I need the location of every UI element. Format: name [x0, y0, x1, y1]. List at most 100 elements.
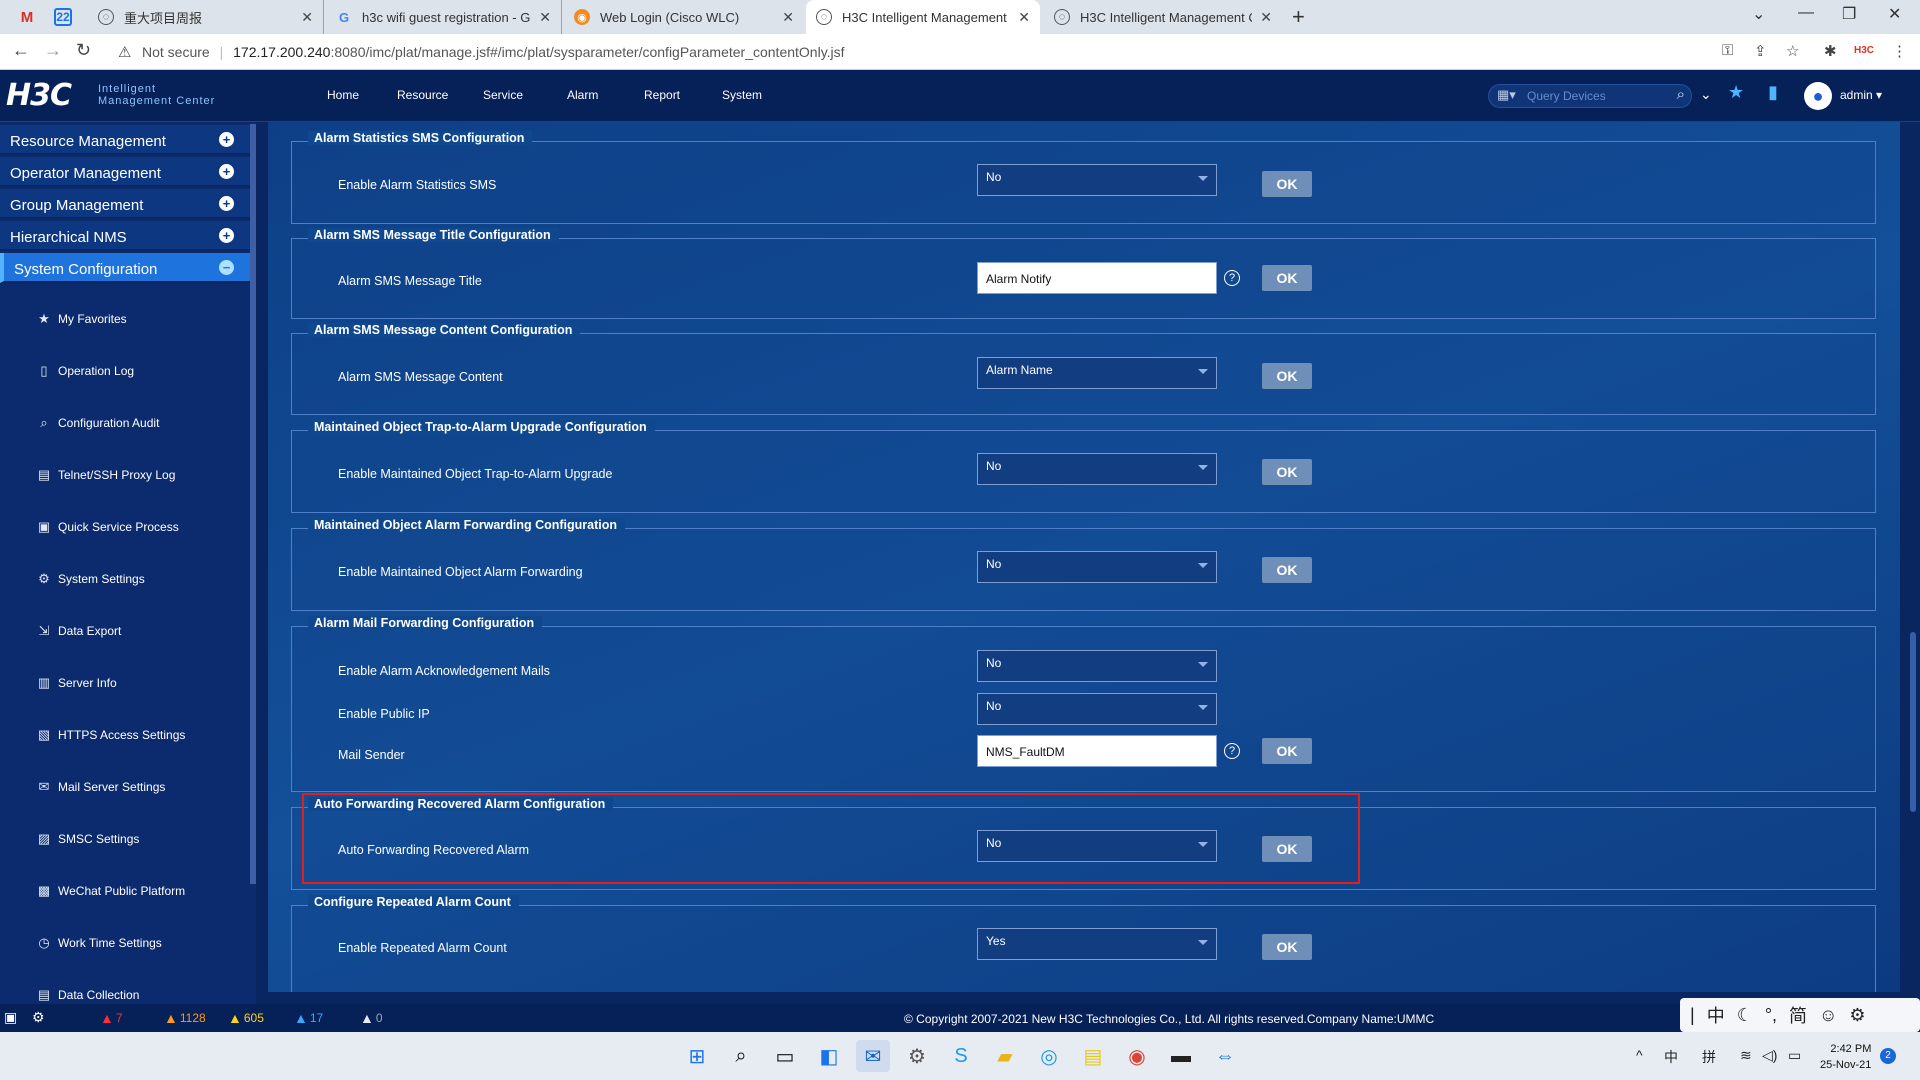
clock[interactable]: 2:42 PM 25-Nov-21 — [1820, 1041, 1871, 1073]
sidebar-subitem-operation-log[interactable]: ▯ Operation Log — [36, 363, 134, 379]
nav-resource[interactable]: Resource — [397, 88, 448, 102]
ime-simplified[interactable]: 简 — [1789, 1002, 1807, 1028]
acknowledgement-mails-select[interactable]: No — [977, 650, 1217, 682]
repeated-alarm-count-select[interactable]: Yes — [977, 928, 1217, 960]
browser-tab[interactable]: ◌ H3C Intelligent Management Ce ✕ — [1044, 0, 1282, 34]
sidebar-subitem-data-export[interactable]: ⇲ Data Export — [36, 623, 122, 639]
sidebar-subitem-work-time-settings[interactable]: ◷ Work Time Settings — [36, 935, 161, 951]
unknown-alarm-count[interactable]: ▲ 0 — [360, 1010, 383, 1026]
menu-icon[interactable]: ⋮ — [1892, 42, 1907, 60]
alarm-sms-title-input[interactable]: Alarm Notify — [977, 262, 1217, 294]
settings-icon[interactable]: ⚙ — [32, 1009, 45, 1026]
sticky-notes-icon[interactable]: ▤ — [1076, 1040, 1110, 1072]
ok-button[interactable]: OK — [1262, 934, 1312, 960]
tray-pinyin[interactable]: 拼 — [1702, 1047, 1716, 1067]
sidebar-item-resource-management[interactable]: Resource Management + — [0, 125, 250, 155]
nav-service[interactable]: Service — [483, 88, 523, 102]
user-menu[interactable]: admin ▾ — [1840, 88, 1882, 102]
sidebar-item-group-management[interactable]: Group Management + — [0, 189, 250, 219]
gmail-pinned-tab[interactable]: M — [14, 5, 40, 29]
browser-tab-active[interactable]: ◌ H3C Intelligent Management Ce ✕ — [806, 0, 1040, 34]
app-icon[interactable]: ◎ — [1032, 1040, 1066, 1072]
expand-icon[interactable]: + — [219, 164, 234, 179]
tab-search-icon[interactable]: ⌄ — [1752, 4, 1765, 24]
sidebar-subitem-system-settings[interactable]: ⚙ System Settings — [36, 571, 145, 587]
close-window-button[interactable]: ✕ — [1888, 4, 1901, 24]
restore-button[interactable]: ❐ — [1842, 4, 1856, 24]
sidebar-subitem-wechat-public-platform[interactable]: ▩ WeChat Public Platform — [36, 883, 185, 899]
close-icon[interactable]: ✕ — [301, 9, 313, 26]
close-icon[interactable]: ✕ — [539, 9, 551, 26]
sidebar-item-system-configuration[interactable]: System Configuration − — [0, 253, 250, 283]
url-field[interactable]: Not secure | 172.17.200.240:8080/imc/pla… — [142, 44, 845, 60]
browser-tab[interactable]: ◉ Web Login (Cisco WLC) ✕ — [564, 0, 804, 34]
mail-sender-input[interactable]: NMS_FaultDM — [977, 735, 1217, 767]
critical-alarm-count[interactable]: ▲ 7 — [100, 1010, 123, 1026]
ok-button[interactable]: OK — [1262, 738, 1312, 764]
ok-button[interactable]: OK — [1262, 363, 1312, 389]
skype-icon[interactable]: S — [944, 1040, 978, 1072]
task-view-icon[interactable]: ▭ — [768, 1040, 802, 1072]
file-explorer-icon[interactable]: ▰ — [988, 1040, 1022, 1072]
volume-icon[interactable]: ◁) — [1762, 1047, 1777, 1064]
gear-icon[interactable]: ⚙ — [1849, 1005, 1865, 1026]
outlook-icon[interactable]: ✉ — [856, 1040, 890, 1072]
battery-icon[interactable]: ▭ — [1788, 1047, 1801, 1064]
expand-icon[interactable]: + — [219, 196, 234, 211]
ok-button[interactable]: OK — [1262, 459, 1312, 485]
moon-icon[interactable]: ☾ — [1737, 1005, 1753, 1026]
close-icon[interactable]: ✕ — [1260, 9, 1272, 26]
notification-badge[interactable]: 2 — [1880, 1048, 1896, 1064]
nav-report[interactable]: Report — [644, 88, 680, 102]
bookmark-star-icon[interactable]: ☆ — [1786, 42, 1799, 60]
ok-button[interactable]: OK — [1262, 171, 1312, 197]
tray-ime-mode[interactable]: 中 — [1664, 1047, 1678, 1067]
chevron-up-icon[interactable]: ^ — [1636, 1047, 1643, 1063]
close-icon[interactable]: ✕ — [1018, 9, 1030, 26]
collapse-icon[interactable]: − — [219, 260, 234, 275]
wifi-icon[interactable]: ≋ — [1740, 1047, 1752, 1064]
start-icon[interactable]: ⊞ — [680, 1040, 714, 1072]
reload-icon[interactable]: ↻ — [76, 40, 91, 61]
screen-icon[interactable]: ▣ — [4, 1009, 17, 1026]
network-app-icon[interactable]: ⚙ — [900, 1040, 934, 1072]
scrollbar-thumb[interactable] — [1910, 632, 1916, 812]
nav-home[interactable]: Home — [327, 88, 359, 102]
major-alarm-count[interactable]: ▲ 1128 — [164, 1010, 206, 1026]
browser-tab[interactable]: ◌ 重大项目周报 ✕ — [88, 0, 324, 34]
sidebar-subitem-smsc-settings[interactable]: ▨ SMSC Settings — [36, 831, 140, 847]
back-icon[interactable]: ← — [12, 40, 30, 61]
close-icon[interactable]: ✕ — [782, 9, 794, 26]
query-devices-search[interactable]: ▦▾ Query Devices ⌕ — [1488, 84, 1692, 108]
nav-system[interactable]: System — [722, 88, 762, 102]
warning-alarm-count[interactable]: ▲ 17 — [294, 1010, 323, 1026]
help-icon[interactable]: ? — [1224, 270, 1240, 286]
calendar-pinned-tab[interactable]: 22 — [54, 8, 72, 26]
favorites-star-icon[interactable]: ★ — [1728, 82, 1744, 103]
search-icon[interactable]: ⌕ — [1677, 86, 1685, 103]
sidebar-subitem-telnet-ssh-proxy-log[interactable]: ▤ Telnet/SSH Proxy Log — [36, 467, 176, 483]
sidebar-subitem-mail-server-settings[interactable]: ✉ Mail Server Settings — [36, 779, 166, 795]
h3c-extension-icon[interactable]: H3C — [1854, 45, 1874, 56]
sidebar-scrollbar[interactable] — [250, 124, 256, 884]
minimize-button[interactable]: — — [1798, 4, 1814, 22]
search-icon[interactable]: ⌕ — [724, 1040, 758, 1072]
alarm-forwarding-select[interactable]: No — [977, 551, 1217, 583]
device-type-icon[interactable]: ▦▾ — [1497, 87, 1516, 103]
public-ip-select[interactable]: No — [977, 693, 1217, 725]
sidebar-item-hierarchical-nms[interactable]: Hierarchical NMS + — [0, 221, 250, 251]
teamviewer-icon[interactable]: ⇔ — [1208, 1040, 1242, 1072]
avatar[interactable]: ● — [1804, 82, 1832, 110]
ok-button[interactable]: OK — [1262, 557, 1312, 583]
extensions-icon[interactable]: ✱ — [1824, 42, 1837, 60]
help-icon[interactable]: ? — [1224, 743, 1240, 759]
sidebar-subitem-server-info[interactable]: ▥ Server Info — [36, 675, 117, 691]
minor-alarm-count[interactable]: ▲ 605 — [228, 1010, 264, 1026]
widgets-icon[interactable]: ◧ — [812, 1040, 846, 1072]
trap-to-alarm-upgrade-select[interactable]: No — [977, 453, 1217, 485]
sidebar-subitem-https-access-settings[interactable]: ▧ HTTPS Access Settings — [36, 727, 186, 743]
share-icon[interactable]: ⇪ — [1754, 42, 1767, 60]
expand-icon[interactable]: + — [219, 132, 234, 147]
emoji-icon[interactable]: ☺ — [1819, 1005, 1837, 1026]
sidebar-subitem-my-favorites[interactable]: ★ My Favorites — [36, 311, 127, 327]
